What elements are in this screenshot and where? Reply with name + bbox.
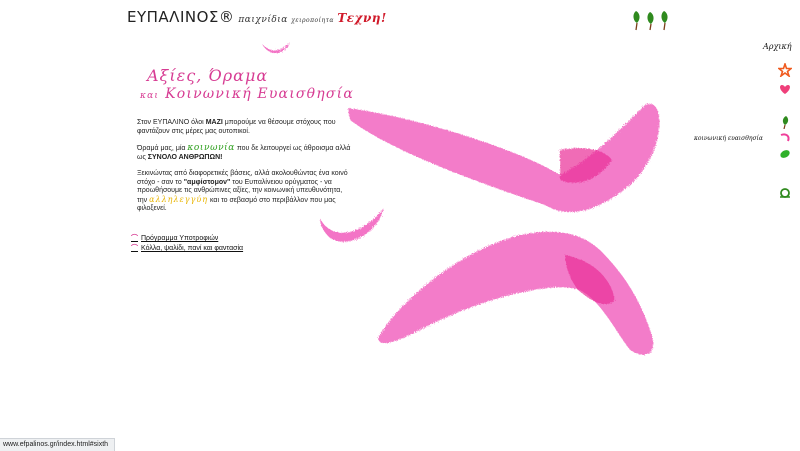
- heart-icon[interactable]: [778, 82, 792, 96]
- swirl-icon: ⌒: [131, 245, 138, 252]
- swirl-icon: ⌒: [131, 235, 138, 242]
- logo-tagline: παιχνίδια χειροποίητα Τεχνη!: [238, 11, 387, 25]
- logo-text: ΕΥΠΑΛΙΝΟΣ®: [127, 8, 235, 26]
- link-glue-scissors-fabric[interactable]: ⌒ Κόλλα, ψαλίδι, πανί και φαντασία: [131, 244, 243, 254]
- paragraph-2: Όραμά μας, μία κοινωνία που δε λειτουργε…: [137, 143, 351, 161]
- page-subtitle: και Κοινωνική Ευαισθησία: [140, 86, 354, 102]
- content-text: Στον ΕΥΠΑΛΙΝΟ όλοι ΜΑΖΙ μπορούμε να θέσο…: [137, 119, 352, 222]
- content-links: ⌒ Πρόγραμμα Υποτροφιών ⌒ Κόλλα, ψαλίδι, πα…: [131, 234, 243, 254]
- leaf-icon[interactable]: [778, 115, 792, 129]
- nav-home[interactable]: Αρχική: [763, 42, 792, 51]
- upper-brush-stroke: [348, 103, 660, 213]
- trees-icon: [633, 11, 668, 31]
- swirl-icon[interactable]: [778, 131, 792, 145]
- star-icon[interactable]: [778, 63, 792, 77]
- snail-icon[interactable]: [778, 186, 792, 200]
- lower-brush-stroke: [378, 231, 654, 355]
- browser-status-bar: www.efpalinos.gr/index.html#sixth: [0, 438, 116, 451]
- link-scholarship-program[interactable]: ⌒ Πρόγραμμα Υποτροφιών: [131, 234, 243, 244]
- paragraph-3: Ξεκινώντας από διαφορετικές βάσεις, αλλά…: [137, 170, 348, 212]
- small-brush-stroke-top: [262, 42, 290, 54]
- page-title: Αξίες, Όραμα: [147, 66, 269, 85]
- brush-stroke-artwork: [262, 42, 660, 355]
- site-logo[interactable]: ΕΥΠΑΛΙΝΟΣ® παιχνίδια χειροποίητα Τεχνη!: [127, 8, 387, 26]
- green-leaf-icon[interactable]: [778, 147, 792, 161]
- nav-label-social-sensitivity[interactable]: κοινωνική ευαισθησία: [694, 135, 763, 142]
- paragraph-1: Στον ΕΥΠΑΛΙΝΟ όλοι ΜΑΖΙ μπορούμε να θέσο…: [137, 119, 336, 135]
